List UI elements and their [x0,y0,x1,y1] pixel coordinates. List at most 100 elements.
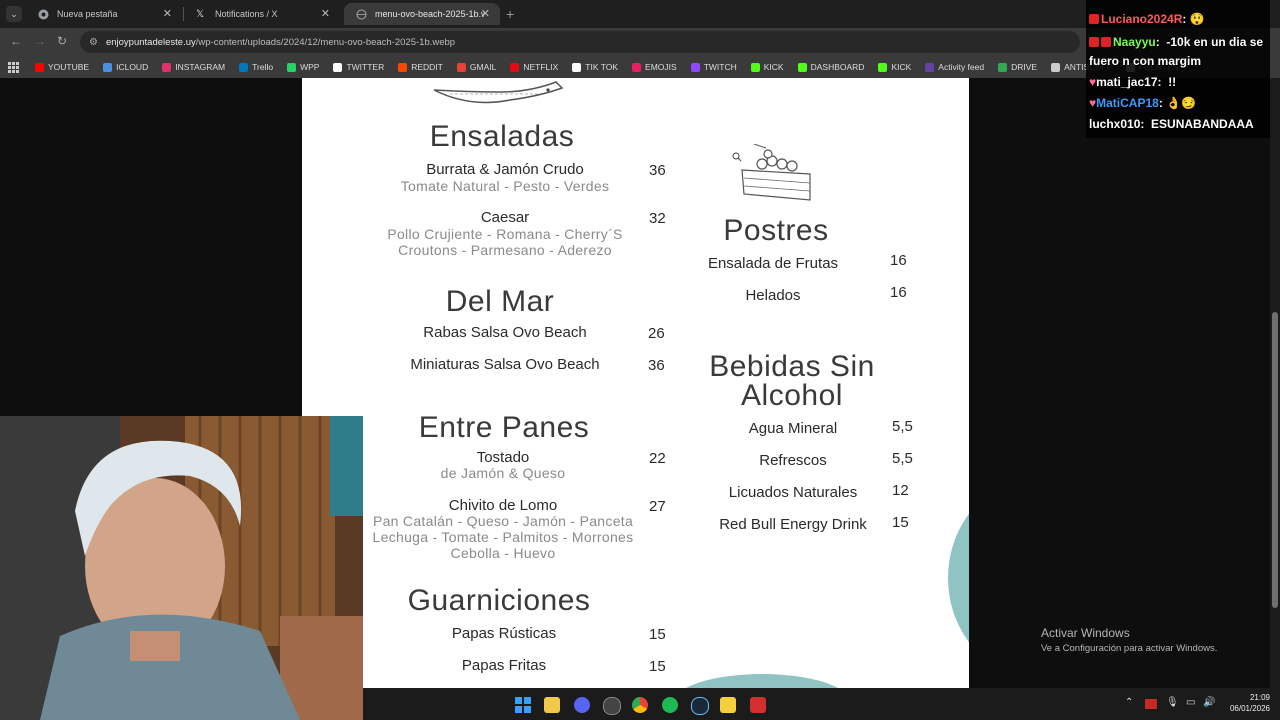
bookmark-label: TWITTER [346,62,385,72]
obs-icon[interactable] [603,697,621,715]
bookmark-list: YOUTUBE ICLOUD INSTAGRAM Trello WPP TWITTER RE… [35,62,1192,72]
address-bar[interactable]: ⚙ enjoypuntadeleste.uy/wp-content/upload… [80,31,1080,53]
bookmark-label: WPP [300,62,320,72]
chevron-up-icon[interactable]: ⌃ [1125,697,1133,708]
scrollbar-thumb[interactable] [1272,312,1278,608]
bookmark-label: EMOJIS [645,62,677,72]
chat-username: mati_jac17 [1096,75,1158,89]
bookmark-item[interactable]: DRIVE [998,62,1037,72]
menu-item-description: Cebolla - Huevo [450,545,556,561]
bookmark-item[interactable]: WPP [287,62,319,72]
badge-icon [1089,14,1099,24]
menu-item-price: 5,5 [892,450,913,467]
menu-item-name: Burrata & Jamón Crudo [426,161,584,178]
tab-title: Notifications / X [215,9,278,19]
menu-item-name: Licuados Naturales [728,484,858,501]
section-title-guarniciones: Guarniciones [407,584,591,617]
reload-icon[interactable]: ↻ [57,34,67,48]
sticky-notes-icon[interactable] [720,697,736,713]
streaming-app-icon[interactable] [750,697,766,713]
menu-item-price: 15 [892,514,909,531]
taskbar [363,688,1280,720]
bookmark-item[interactable]: Activity feed [925,62,984,72]
bookmark-label: TIK TOK [585,62,619,72]
tab-notifications[interactable]: 𝕏 Notifications / X ✕ [184,3,340,25]
bookmark-favicon-icon [572,62,582,72]
badge-icon [1101,37,1111,47]
bookmark-item[interactable]: YOUTUBE [35,62,89,72]
section-title-bebidas: Bebidas Sin [709,350,875,383]
chat-message: ♥mati_jac17: !! [1089,75,1177,89]
new-tab-button[interactable]: + [506,6,514,22]
close-icon[interactable]: ✕ [321,7,330,20]
microphone-icon[interactable]: 🎙 [1166,697,1179,708]
forward-arrow-icon[interactable]: → [34,34,46,48]
tab-new-tab[interactable]: Nueva pestaña ✕ [26,3,182,25]
bookmark-item[interactable]: TWITTER [333,62,384,72]
menu-item-name: Refrescos [759,452,827,469]
bookmark-item[interactable]: TIK TOK [572,62,618,72]
bookmark-item[interactable]: NETFLIX [510,62,558,72]
menu-item-name: Caesar [480,209,530,226]
back-arrow-icon[interactable]: ← [10,34,22,48]
bookmark-item[interactable]: EMOJIS [632,62,677,72]
bookmark-label: INSTAGRAM [175,62,226,72]
bookmark-item[interactable]: TWITCH [690,62,737,72]
apps-grid-icon[interactable] [8,61,19,73]
bookmark-favicon-icon [510,62,520,72]
system-clock[interactable]: 21:09 06/01/2026 [1222,692,1270,714]
bookmark-item[interactable]: Trello [239,62,273,72]
bookmark-favicon-icon [35,62,44,72]
volume-icon[interactable]: 🔊 [1203,697,1215,708]
chat-username: Naayyu [1113,35,1156,49]
globe-icon [356,9,367,20]
bookmark-favicon-icon [925,62,935,72]
steam-icon[interactable] [691,697,709,715]
menu-item-name: Helados [745,287,801,304]
bookmark-item[interactable]: KICK [750,62,784,72]
discord-icon[interactable] [574,697,590,713]
chat-text: !! [1168,75,1177,89]
windows-activation-watermark: Activar Windows Ve a Configuración para … [1041,626,1217,654]
decorative-teal-circle [948,478,969,678]
tab-search-button[interactable]: ⌄ [6,6,22,22]
bookmark-favicon-icon [287,62,297,72]
close-icon[interactable]: ✕ [481,7,490,20]
bookmark-favicon-icon [398,62,408,72]
bookmark-item[interactable]: KICK [878,62,911,72]
menu-item-price: 32 [649,210,666,227]
bookmark-favicon-icon [632,62,642,72]
bookmark-favicon-icon [750,62,760,72]
bookmark-item[interactable]: REDDIT [398,62,443,72]
tray-app-icon[interactable] [1145,699,1157,709]
site-info-icon[interactable]: ⚙ [89,37,98,48]
section-title-bebidas-line2: Alcohol [741,379,843,412]
spotify-icon[interactable] [662,697,678,713]
menu-item-name: Tostado [476,449,530,466]
menu-item-description: Pollo Crujiente - Romana - Cherry´S [387,226,623,242]
bookmark-item[interactable]: INSTAGRAM [162,62,225,72]
tab-menu-image[interactable]: menu-ovo-beach-2025-1b.webp ✕ [344,3,500,25]
section-title-ensaladas: Ensaladas [429,120,575,153]
bookmark-item[interactable]: GMAIL [456,62,496,72]
bookmark-favicon-icon [333,62,343,72]
menu-item-description: Lechuga - Tomate - Palmitos - Morrones [372,529,634,545]
network-icon[interactable]: ▭ [1186,697,1195,708]
chat-username: Luciano2024R [1101,12,1183,26]
close-icon[interactable]: ✕ [163,7,172,20]
bookmark-label: TWITCH [703,62,737,72]
menu-item-price: 16 [890,252,907,269]
bookmark-item[interactable]: ICLOUD [103,62,148,72]
windows-start-icon[interactable] [515,697,531,713]
menu-item-description: Croutons - Parmesano - Aderezo [398,242,612,258]
menu-item-price: 36 [648,357,665,374]
bookmark-label: KICK [763,62,784,72]
bookmark-item[interactable]: DASHBOARD [797,62,864,72]
file-explorer-icon[interactable] [544,697,560,713]
menu-item-name: Ensalada de Frutas [707,255,839,272]
address-domain: enjoypuntadeleste.uy [105,36,196,48]
menu-item-description: de Jamón & Queso [440,465,566,481]
bookmark-favicon-icon [1051,62,1061,72]
bookmark-favicon-icon [690,62,700,72]
chrome-icon[interactable] [632,697,648,713]
